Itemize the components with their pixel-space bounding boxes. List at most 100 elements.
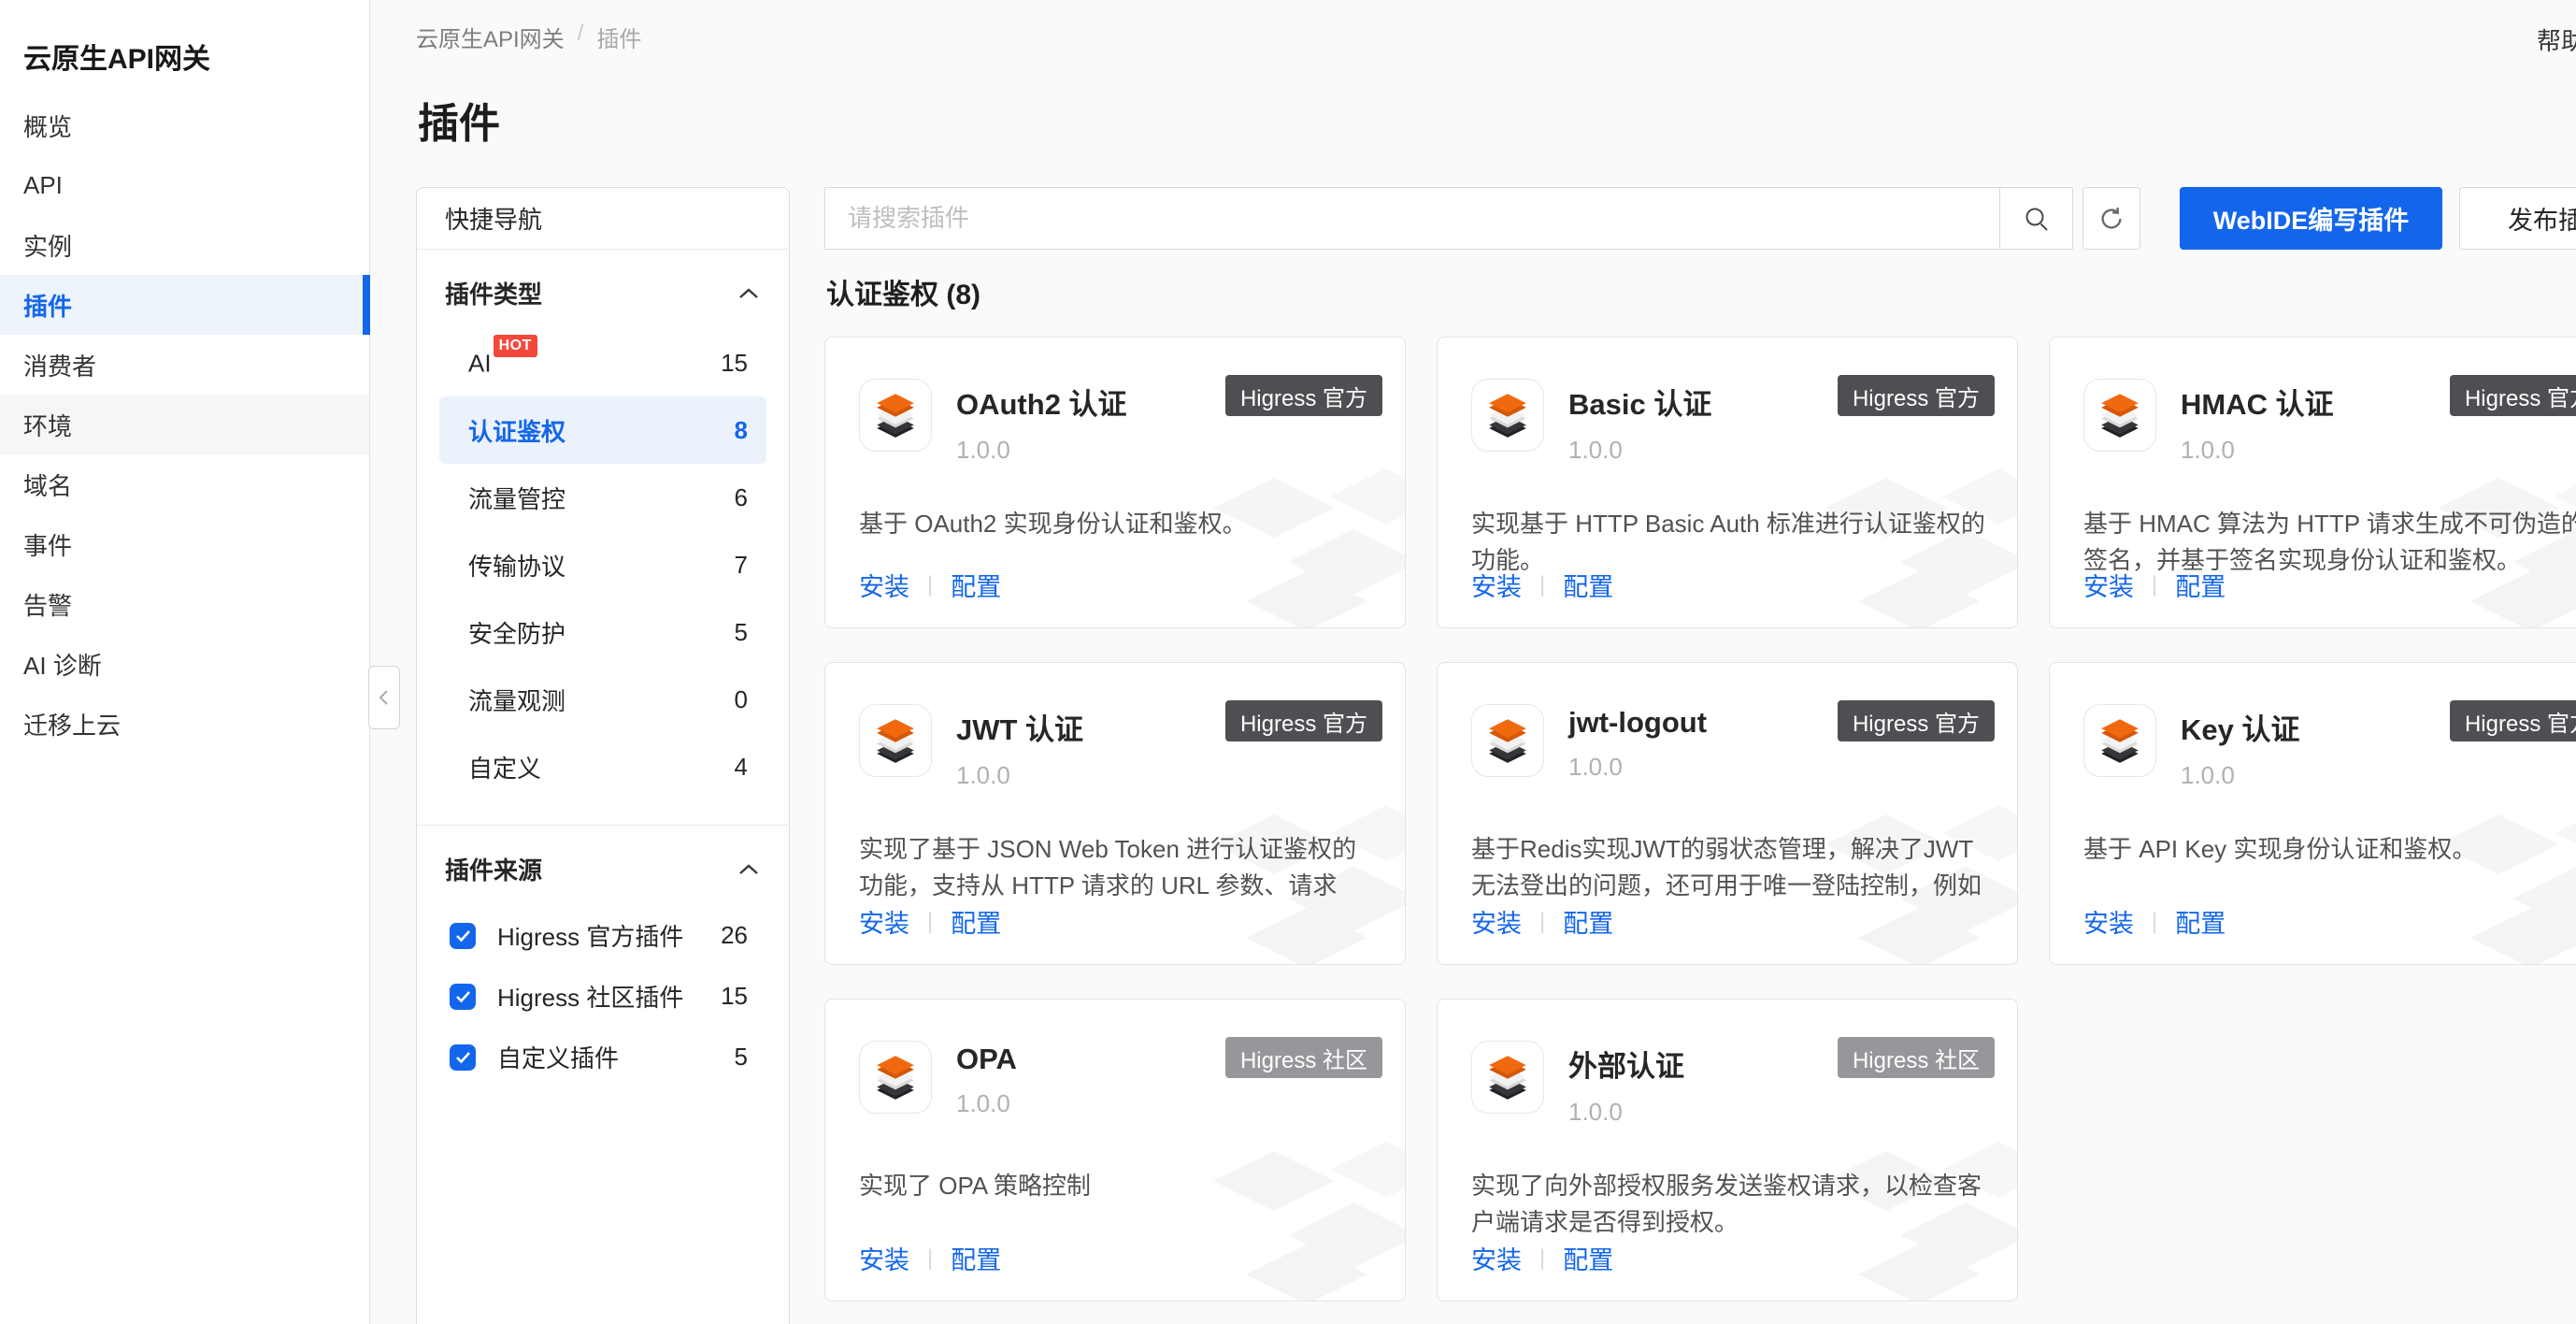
plugin-type-item[interactable]: 安全防护5 [417,598,789,666]
search-icon [2023,205,2051,233]
plugin-name: JWT 认证 [956,706,1083,748]
plugin-type-count: 15 [721,349,748,378]
plugin-icon [859,704,932,777]
plugin-origin-badge: Higress 社区 [1225,1037,1382,1078]
sidebar-item[interactable]: 迁移上云 [0,694,369,754]
plugin-type-item[interactable]: AIHOT 15 [417,329,789,396]
sidebar-item[interactable]: 域名 [0,454,369,514]
action-divider: | [927,572,933,598]
plugin-type-item[interactable]: 认证鉴权8 [439,396,766,464]
plugin-icon [859,1041,932,1114]
plugin-name: Basic 认证 [1568,381,1711,423]
plugin-type-label: 自定义 [468,750,541,784]
sidebar-item-label: API [23,171,63,200]
plugin-type-count: 6 [735,483,748,512]
plugin-type-label: 流量观测 [468,683,565,717]
help-link[interactable]: 帮助 [2537,22,2576,57]
chevron-left-icon [377,688,392,707]
sidebar-nav: 概览 API 实例插件消费者环境域名事件告警 AI 诊断迁移上云 [0,95,369,754]
search-input[interactable] [825,188,1999,249]
sidebar-item[interactable]: 环境 [0,395,369,454]
sidebar-item[interactable]: 告警 [0,574,369,634]
sidebar-item[interactable]: 概览 [0,95,369,155]
configure-link[interactable]: 配置 [951,567,1001,603]
layers-icon [2094,389,2146,441]
sidebar-item[interactable]: 插件 [0,275,369,335]
plugin-description: 基于 OAuth2 实现身份认证和鉴权。 [859,506,1373,542]
configure-link[interactable]: 配置 [1563,1240,1613,1276]
checkbox-checked[interactable] [450,984,476,1010]
chevron-up-icon[interactable] [737,285,761,302]
plugin-source-list: Higress 官方插件26Higress 社区插件15自定义插件5 [417,905,789,1087]
checkbox-checked[interactable] [450,1044,476,1071]
plugin-source-item[interactable]: Higress 社区插件15 [417,966,789,1027]
plugin-icon [2083,704,2156,777]
plugin-description: 实现了 OPA 策略控制 [859,1168,1373,1204]
plugin-type-item[interactable]: 传输协议7 [417,531,789,598]
plugin-description: 实现了向外部授权服务发送鉴权请求，以检查客户端请求是否得到授权。 [1471,1168,1985,1241]
plugin-type-item[interactable]: 流量观测0 [417,666,789,733]
plugin-type-label: AIHOT [468,348,537,379]
plugin-actions: 安装 | 配置 [859,1240,1001,1276]
sidebar-item-label: 插件 [23,288,72,323]
breadcrumb-root[interactable]: 云原生API网关 [416,21,565,53]
plugin-origin-badge: Higress 官方 [1838,375,1995,416]
sidebar-item-label: 概览 [23,108,72,143]
watermark [1087,1123,1405,1301]
sidebar-item[interactable]: 消费者 [0,335,369,395]
plugin-actions: 安装|配置 [1471,903,1613,940]
sidebar-item[interactable]: 实例 [0,215,369,275]
configure-link[interactable]: 配置 [1563,567,1613,603]
install-link[interactable]: 安装 [2083,903,2134,940]
configure-link[interactable]: 配置 [2175,567,2225,603]
action-divider: | [927,909,933,935]
sidebar-item[interactable]: AI 诊断 [0,634,369,694]
install-link[interactable]: 安装 [859,1240,909,1276]
sidebar-collapse-button[interactable] [368,666,400,729]
install-link[interactable]: 安装 [859,903,909,940]
install-link[interactable]: 安装 [1471,1240,1522,1276]
plugin-origin-badge: Higress 社区 [1838,1037,1995,1078]
plugin-icon [1471,379,1544,452]
plugin-actions: 安装 | 配置 [2083,567,2225,603]
plugin-type-label: 流量管控 [468,481,565,515]
configure-link[interactable]: 配置 [1563,903,1613,940]
install-link[interactable]: 安装 [1471,567,1522,603]
plugin-name: jwt-logout [1568,706,1707,740]
search-button[interactable] [1999,188,2072,249]
sidebar-item-label: AI 诊断 [23,647,102,682]
plugin-source-label: Higress 社区插件 [497,979,683,1014]
checkbox-checked[interactable] [450,923,476,949]
sidebar-item[interactable]: 事件 [0,514,369,574]
breadcrumb: 云原生API网关 / 插件 [416,21,641,53]
layers-icon [1481,389,1534,441]
chevron-up-icon[interactable] [737,861,761,878]
webide-button[interactable]: WebIDE编写插件 [2180,187,2442,250]
plugin-version: 1.0.0 [1568,753,1707,782]
install-link[interactable]: 安装 [859,567,909,603]
sidebar-item-label: 环境 [23,408,72,442]
configure-link[interactable]: 配置 [951,903,1001,940]
plugin-description: 实现了基于 JSON Web Token 进行认证鉴权的功能，支持从 HTTP … [859,831,1373,906]
plugin-type-item[interactable]: 自定义4 [417,733,789,800]
plugin-source-item[interactable]: 自定义插件5 [417,1027,789,1087]
plugin-type-item[interactable]: 流量管控 6 [417,464,789,531]
plugin-origin-badge: Higress 官方 [1225,375,1382,416]
plugin-name: Key 认证 [2181,706,2299,748]
install-link[interactable]: 安装 [1471,903,1522,940]
sidebar-item[interactable]: API [0,155,369,215]
configure-link[interactable]: 配置 [951,1240,1001,1276]
plugin-source-item[interactable]: Higress 官方插件26 [417,905,789,966]
plugin-description: 基于Redis实现JWT的弱状态管理，解决了JWT无法登出的问题，还可用于唯一登… [1471,831,1985,906]
sidebar: 云原生API网关 概览 API 实例插件消费者环境域名事件告警 AI 诊断迁移上云 [0,0,370,1324]
layers-icon [869,389,922,441]
install-link[interactable]: 安装 [2083,567,2134,603]
plugin-version: 1.0.0 [2181,761,2299,790]
publish-button[interactable]: 发布插件 [2459,187,2576,250]
action-divider: | [927,1245,933,1272]
action-divider: | [2152,572,2157,598]
refresh-button[interactable] [2082,187,2140,250]
product-title: 云原生API网关 [0,0,369,95]
plugin-name: OPA [956,1043,1017,1076]
configure-link[interactable]: 配置 [2175,903,2225,940]
